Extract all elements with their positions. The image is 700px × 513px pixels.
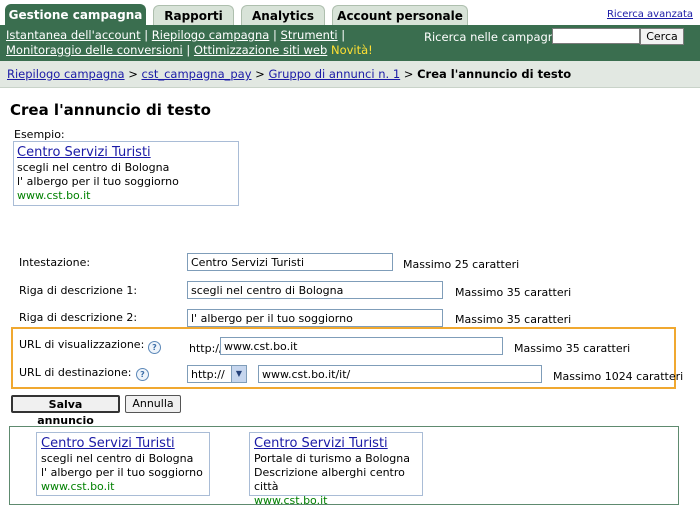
breadcrumb-riepilogo[interactable]: Riepilogo campagna (7, 67, 125, 81)
preview-ad-1-line2: l' albergo per il tuo soggiorno (41, 466, 203, 479)
nav-link-riepilogo[interactable]: Riepilogo campagna (152, 28, 270, 42)
page-title: Crea l'annuncio di testo (10, 101, 211, 119)
nav-link-ottimizzazione[interactable]: Ottimizzazione siti web (194, 43, 327, 57)
cancel-button[interactable]: Annulla (125, 395, 181, 413)
campaign-search-input[interactable] (552, 28, 640, 44)
preview-ad-1-title[interactable]: Centro Servizi Turisti (41, 436, 175, 451)
preview-ad-2-title[interactable]: Centro Servizi Turisti (254, 436, 388, 451)
example-ad-line1: scegli nel centro di Bologna (17, 161, 170, 174)
headline-input[interactable] (187, 253, 393, 271)
display-url-hint: Massimo 35 caratteri (514, 342, 631, 355)
headline-hint: Massimo 25 caratteri (403, 258, 520, 271)
ad-preview-panel: Centro Servizi Turisti scegli nel centro… (9, 426, 679, 507)
display-url-help-icon[interactable]: ? (148, 341, 161, 354)
headline-label: Intestazione: (19, 256, 91, 269)
example-label: Esempio: (14, 128, 65, 141)
dest-url-label: URL di destinazione: (19, 366, 132, 379)
search-label: Ricerca nelle campagne: (424, 30, 567, 44)
search-button[interactable]: Cerca (640, 28, 684, 45)
preview-ad-2-url: www.cst.bo.it (254, 494, 328, 507)
chevron-down-icon[interactable]: ▼ (231, 366, 246, 382)
dest-url-protocol-select[interactable]: http:// ▼ (187, 365, 247, 383)
breadcrumb-gruppo[interactable]: Gruppo di annunci n. 1 (268, 67, 400, 81)
example-ad: Centro Servizi Turisti scegli nel centro… (13, 141, 239, 206)
nav-link-monitoraggio[interactable]: Monitoraggio delle conversioni (6, 43, 183, 57)
nav-links: Istantanea dell'account | Riepilogo camp… (6, 28, 373, 57)
preview-ad-1: Centro Servizi Turisti scegli nel centro… (36, 432, 210, 496)
tab-analytics[interactable]: Analytics (241, 5, 325, 25)
tab-account-personale[interactable]: Account personale (332, 5, 468, 25)
desc2-hint: Massimo 35 caratteri (455, 313, 572, 326)
display-url-label: URL di visualizzazione: (19, 338, 145, 351)
desc1-hint: Massimo 35 caratteri (455, 286, 572, 299)
nav-link-strumenti[interactable]: Strumenti (281, 28, 338, 42)
tab-bar: Gestione campagna Rapporti Analytics Acc… (0, 0, 700, 25)
campaign-nav-bar: Istantanea dell'account | Riepilogo camp… (0, 25, 700, 61)
display-url-prefix: http:// (189, 342, 223, 355)
breadcrumb: Riepilogo campagna > cst_campagna_pay > … (0, 61, 700, 88)
desc2-input[interactable] (187, 309, 443, 327)
desc2-label: Riga di descrizione 2: (19, 311, 138, 324)
display-url-input[interactable] (220, 337, 503, 355)
desc1-input[interactable] (187, 281, 443, 299)
new-badge: Novità! (330, 43, 373, 57)
breadcrumb-current: Crea l'annuncio di testo (417, 67, 572, 81)
preview-ad-2-line2: Descrizione alberghi centro città (254, 466, 405, 493)
tab-gestione-campagna[interactable]: Gestione campagna (5, 4, 146, 25)
breadcrumb-campagna[interactable]: cst_campagna_pay (142, 67, 252, 81)
save-ad-button[interactable]: Salva annuncio (11, 395, 120, 427)
nav-link-istantanea[interactable]: Istantanea dell'account (6, 28, 141, 42)
desc1-label: Riga di descrizione 1: (19, 284, 138, 297)
protocol-select-value: http:// (191, 368, 225, 381)
example-ad-title[interactable]: Centro Servizi Turisti (17, 145, 151, 160)
dest-url-input[interactable] (258, 365, 542, 383)
preview-ad-2: Centro Servizi Turisti Portale di turism… (249, 432, 423, 507)
advanced-search-link[interactable]: Ricerca avanzata (607, 9, 693, 20)
dest-url-hint: Massimo 1024 caratteri (553, 370, 684, 383)
tab-rapporti[interactable]: Rapporti (153, 5, 234, 25)
dest-url-help-icon[interactable]: ? (136, 368, 149, 381)
preview-ad-2-line1: Portale di turismo a Bologna (254, 452, 410, 465)
preview-ad-1-url: www.cst.bo.it (41, 480, 115, 493)
example-ad-line2: l' albergo per il tuo soggiorno (17, 175, 179, 188)
preview-ad-1-line1: scegli nel centro di Bologna (41, 452, 194, 465)
example-ad-url: www.cst.bo.it (17, 189, 91, 202)
